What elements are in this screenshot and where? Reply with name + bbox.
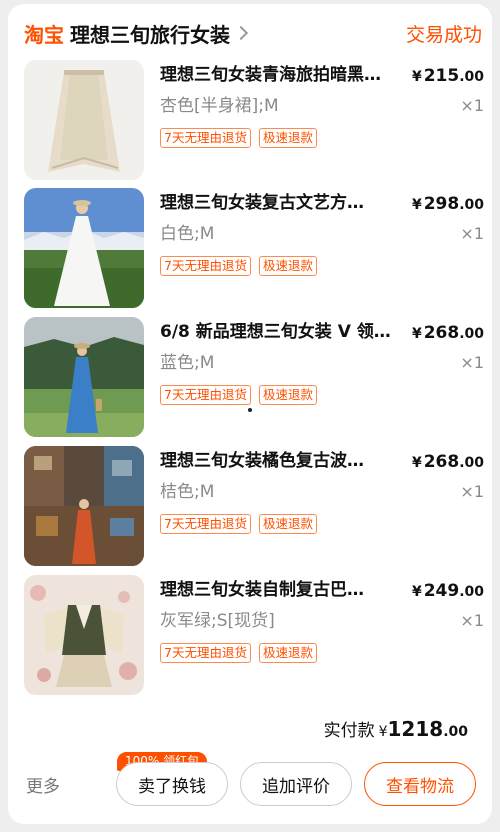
item-price: ¥268.00 (411, 323, 484, 343)
chevron-right-icon[interactable] (233, 25, 249, 41)
order-header: 淘宝 理想三旬旅行女装 交易成功 (24, 18, 482, 48)
more-link[interactable]: 更多 (26, 772, 60, 797)
item-tags: 7天无理由退货 极速退款 (160, 514, 317, 534)
order-item[interactable]: 理想三旬女装青海旅拍暗黑… ¥215.00 杏色[半身裙];M ×1 7天无理由… (24, 60, 484, 180)
item-spec: 灰军绿;S[现货] (160, 611, 275, 631)
item-price: ¥298.00 (411, 194, 484, 214)
item-title[interactable]: 理想三旬女装橘色复古波… (160, 448, 400, 474)
order-item[interactable]: 6/8 新品理想三旬女装 V 领… ¥268.00 蓝色;M ×1 7天无理由退… (24, 317, 484, 437)
item-spec: 杏色[半身裙];M (160, 96, 279, 116)
sell-button[interactable]: 卖了换钱 (116, 762, 228, 806)
add-review-button[interactable]: 追加评价 (240, 762, 352, 806)
taobao-logo: 淘宝 (24, 22, 64, 47)
product-image-blue-dress[interactable] (24, 317, 144, 437)
refund-tag: 极速退款 (258, 643, 317, 663)
total-currency: ¥ (378, 724, 388, 740)
shop-name-link[interactable]: 理想三旬旅行女装 (70, 19, 230, 48)
white-dress-image (24, 188, 144, 308)
order-item[interactable]: 理想三旬女装自制复古巴… ¥249.00 灰军绿;S[现货] ×1 7天无理由退… (24, 575, 484, 695)
order-status: 交易成功 (405, 23, 482, 46)
item-tags: 7天无理由退货 极速退款 (160, 385, 317, 405)
item-quantity: ×1 (460, 482, 484, 501)
item-title[interactable]: 理想三旬女装自制复古巴… (160, 577, 400, 603)
order-item[interactable]: 理想三旬女装复古文艺方… ¥298.00 白色;M ×1 7天无理由退货 极速退… (24, 188, 484, 308)
item-quantity: ×1 (460, 611, 484, 630)
return-tag: 7天无理由退货 (160, 643, 251, 663)
product-image-vest-outfit[interactable] (24, 575, 144, 695)
return-tag: 7天无理由退货 (160, 514, 251, 534)
total-label: 实付款 (323, 721, 375, 741)
return-tag: 7天无理由退货 (160, 256, 251, 276)
item-spec: 白色;M (160, 224, 215, 244)
item-quantity: ×1 (460, 224, 484, 243)
total-decimal: .00 (443, 724, 468, 740)
item-tags: 7天无理由退货 极速退款 (160, 643, 317, 663)
refund-tag: 极速退款 (258, 514, 317, 534)
page-dot (248, 408, 252, 412)
product-image-skirt[interactable] (24, 60, 144, 180)
item-title[interactable]: 理想三旬女装青海旅拍暗黑… (160, 62, 400, 88)
item-title[interactable]: 6/8 新品理想三旬女装 V 领… (160, 319, 400, 345)
item-price: ¥268.00 (411, 452, 484, 472)
refund-tag: 极速退款 (258, 256, 317, 276)
view-logistics-button[interactable]: 查看物流 (364, 762, 476, 806)
vest-outfit-image (24, 575, 144, 695)
skirt-image (24, 60, 144, 180)
order-card: 淘宝 理想三旬旅行女装 交易成功 理想三旬女装青海旅拍暗黑… ¥215.00 杏… (8, 4, 492, 824)
item-spec: 桔色;M (160, 482, 215, 502)
item-price: ¥215.00 (411, 66, 484, 86)
order-total: 实付款 ¥ 1218 .00 (324, 716, 468, 741)
item-title[interactable]: 理想三旬女装复古文艺方… (160, 190, 400, 216)
product-image-white-dress[interactable] (24, 188, 144, 308)
item-quantity: ×1 (460, 96, 484, 115)
item-tags: 7天无理由退货 极速退款 (160, 128, 317, 148)
item-tags: 7天无理由退货 极速退款 (160, 256, 317, 276)
return-tag: 7天无理由退货 (160, 128, 251, 148)
item-quantity: ×1 (460, 353, 484, 372)
refund-tag: 极速退款 (258, 128, 317, 148)
refund-tag: 极速退款 (258, 385, 317, 405)
total-amount: 1218 (387, 717, 444, 741)
item-price: ¥249.00 (411, 581, 484, 601)
orange-outfit-image (24, 446, 144, 566)
blue-dress-image (24, 317, 144, 437)
item-spec: 蓝色;M (160, 353, 215, 373)
order-item[interactable]: 理想三旬女装橘色复古波… ¥268.00 桔色;M ×1 7天无理由退货 极速退… (24, 446, 484, 566)
return-tag: 7天无理由退货 (160, 385, 251, 405)
product-image-orange-outfit[interactable] (24, 446, 144, 566)
